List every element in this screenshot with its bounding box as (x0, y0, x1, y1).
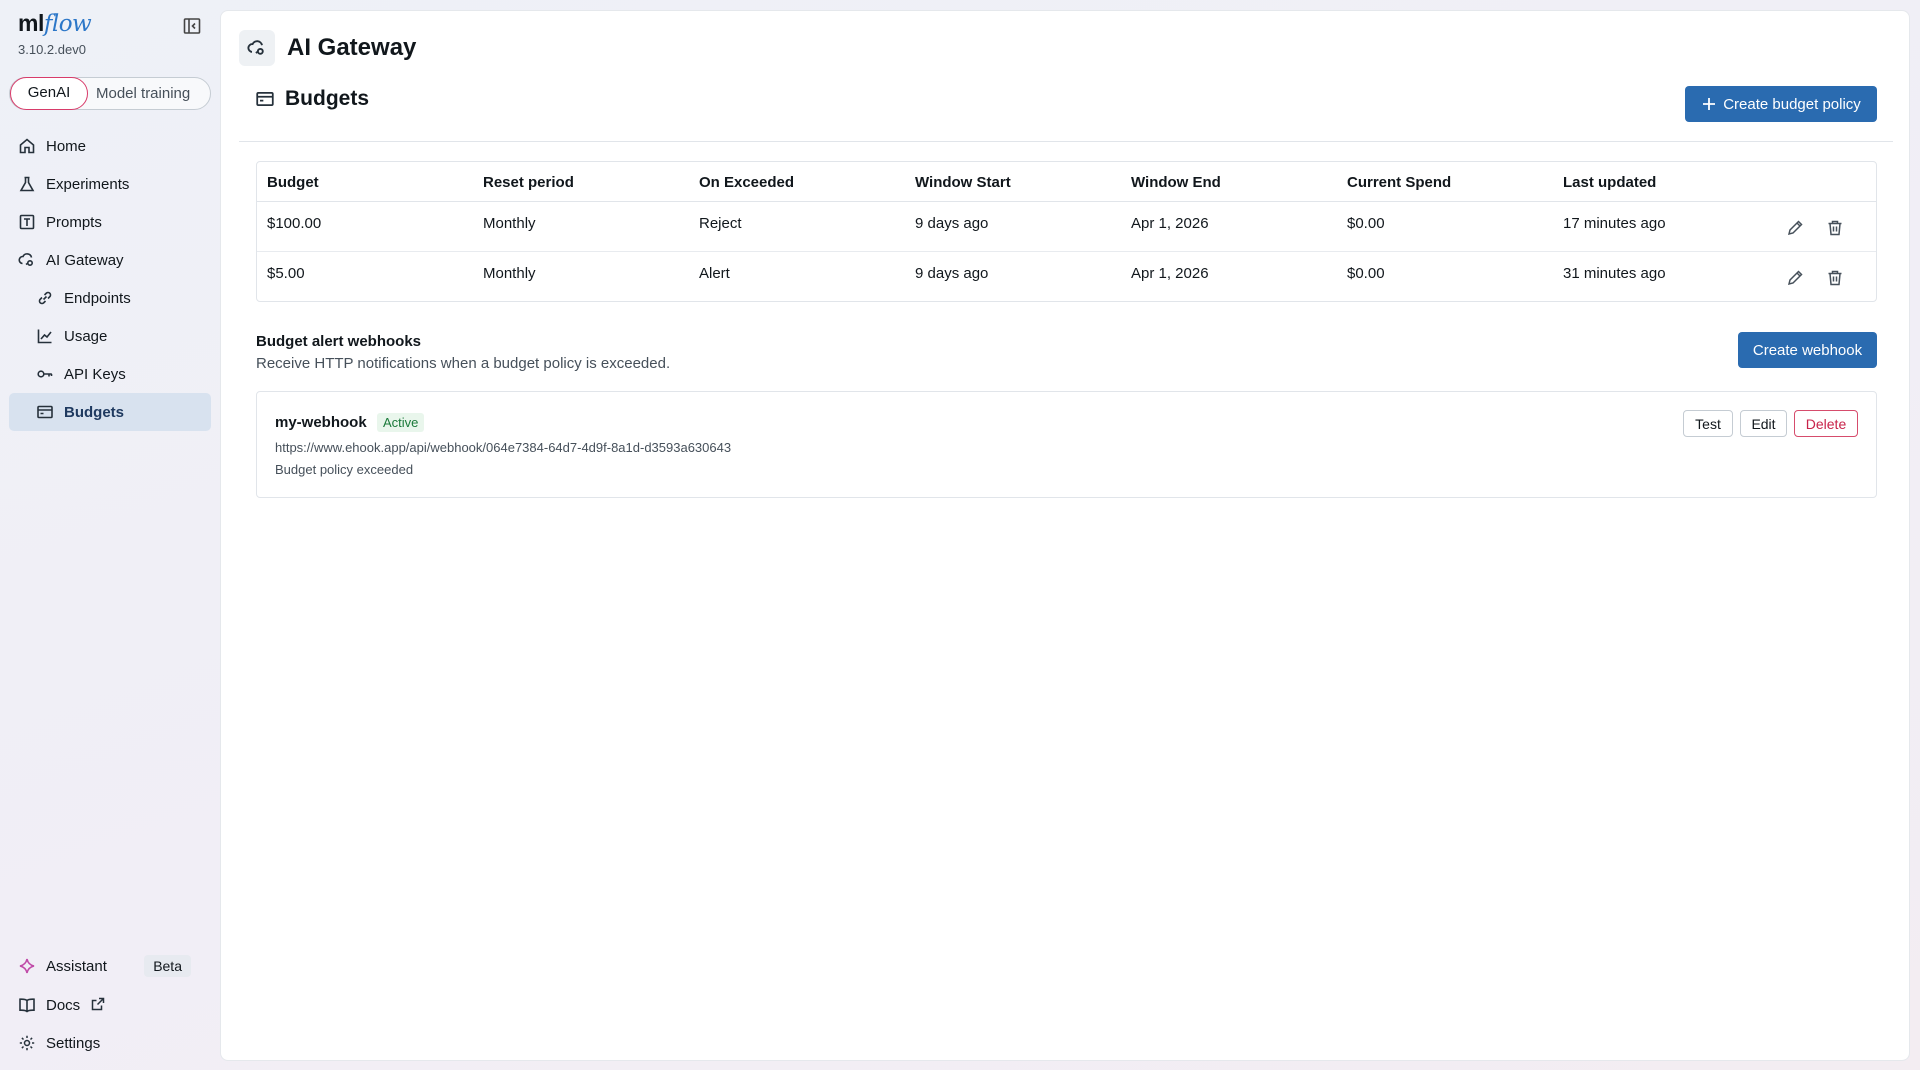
sidebar-item-experiments[interactable]: Experiments (9, 167, 211, 201)
webhook-url: https://www.ehook.app/api/webhook/064e73… (275, 440, 732, 455)
cell-last-updated: 31 minutes ago (1563, 265, 1666, 282)
column-header-last-updated[interactable]: Last updated (1563, 174, 1656, 191)
wallet-icon (255, 89, 275, 109)
column-header-current-spend[interactable]: Current Spend (1347, 174, 1451, 191)
pencil-icon[interactable] (1785, 268, 1805, 288)
budgets-table: Budget Reset period On Exceeded Window S… (256, 161, 1877, 302)
sidebar-item-ai-gateway[interactable]: AI Gateway (9, 243, 211, 277)
divider (239, 141, 1893, 142)
cell-current-spend: $0.00 (1347, 265, 1385, 282)
column-header-window-end[interactable]: Window End (1131, 174, 1221, 191)
table-row[interactable]: $5.00 Monthly Alert 9 days ago Apr 1, 20… (257, 252, 1876, 302)
sidebar-item-label: Usage (64, 327, 108, 345)
beaker-icon (18, 175, 36, 193)
webhooks-description: Receive HTTP notifications when a budget… (256, 355, 671, 372)
sidebar-item-label: AI Gateway (46, 251, 124, 269)
sidebar-item-label: Settings (46, 1034, 101, 1052)
sidebar-item-label: API Keys (64, 365, 126, 383)
link-icon (36, 289, 54, 307)
home-icon (18, 137, 36, 155)
sidebar-item-prompts[interactable]: Prompts (9, 205, 211, 239)
logo[interactable]: mlflow (18, 10, 208, 44)
sidebar-item-label: Prompts (46, 213, 102, 231)
cell-budget: $100.00 (267, 215, 322, 232)
webhook-card: my-webhook Active https://www.ehook.app/… (256, 391, 1877, 498)
mode-model-training-button[interactable]: Model training (96, 78, 190, 109)
cell-window-end: Apr 1, 2026 (1131, 215, 1209, 232)
cell-reset-period: Monthly (483, 265, 536, 282)
cell-current-spend: $0.00 (1347, 215, 1385, 232)
main-panel: AI Gateway Budgets Create budget policy … (220, 10, 1910, 1061)
gateway-icon (239, 30, 275, 66)
cell-last-updated: 17 minutes ago (1563, 215, 1666, 232)
webhook-name: my-webhook (275, 414, 367, 431)
sidebar-item-label: Home (46, 137, 87, 155)
cell-window-start: 9 days ago (915, 215, 989, 232)
logo-suffix: flow (43, 11, 92, 37)
create-budget-policy-button[interactable]: Create budget policy (1685, 86, 1877, 122)
sidebar-item-docs[interactable]: Docs (9, 988, 211, 1022)
sidebar-item-assistant[interactable]: Assistant Beta (9, 949, 211, 983)
book-icon (18, 996, 36, 1014)
sidebar-item-label: Endpoints (64, 289, 131, 307)
mode-switch: GenAI Model training (9, 77, 211, 110)
sparkle-icon (18, 957, 36, 975)
cell-window-start: 9 days ago (915, 265, 989, 282)
status-badge: Active (377, 413, 425, 432)
gear-icon (18, 1034, 36, 1052)
edit-webhook-button[interactable]: Edit (1740, 410, 1787, 437)
table-row[interactable]: $100.00 Monthly Reject 9 days ago Apr 1,… (257, 202, 1876, 252)
table-header: Budget Reset period On Exceeded Window S… (257, 162, 1876, 202)
version-label: 3.10.2.dev0 (18, 42, 86, 57)
column-header-reset-period[interactable]: Reset period (483, 174, 574, 191)
collapse-sidebar-icon[interactable] (182, 16, 204, 38)
cell-window-end: Apr 1, 2026 (1131, 265, 1209, 282)
sidebar-item-label: Assistant (46, 957, 107, 975)
sidebar-item-budgets[interactable]: Budgets (9, 393, 211, 431)
sidebar: mlflow 3.10.2.dev0 GenAI Model training … (0, 0, 220, 1070)
cell-on-exceeded: Alert (699, 265, 730, 282)
cell-on-exceeded: Reject (699, 215, 742, 232)
webhook-event: Budget policy exceeded (275, 462, 414, 477)
sidebar-item-label: Docs (46, 996, 81, 1014)
page-title: AI Gateway (287, 34, 417, 61)
column-header-on-exceeded[interactable]: On Exceeded (699, 174, 794, 191)
test-webhook-button[interactable]: Test (1683, 410, 1733, 437)
create-budget-policy-label: Create budget policy (1723, 95, 1861, 113)
cell-reset-period: Monthly (483, 215, 536, 232)
trash-icon[interactable] (1825, 268, 1845, 288)
budgets-title: Budgets (285, 87, 369, 110)
column-header-window-start[interactable]: Window Start (915, 174, 1011, 191)
create-webhook-button[interactable]: Create webhook (1738, 332, 1877, 368)
sidebar-item-usage[interactable]: Usage (9, 319, 211, 353)
external-link-icon (90, 996, 108, 1014)
logo-prefix: ml (18, 10, 44, 36)
trash-icon[interactable] (1825, 218, 1845, 238)
mode-genai-button[interactable]: GenAI (10, 77, 88, 110)
plus-icon (1701, 96, 1717, 112)
sidebar-item-label: Budgets (64, 403, 124, 421)
cell-budget: $5.00 (267, 265, 305, 282)
sidebar-item-settings[interactable]: Settings (9, 1026, 211, 1060)
pencil-icon[interactable] (1785, 218, 1805, 238)
sidebar-item-home[interactable]: Home (9, 129, 211, 163)
gateway-icon (18, 251, 36, 269)
sidebar-item-api-keys[interactable]: API Keys (9, 357, 211, 391)
wallet-icon (36, 403, 54, 421)
column-header-budget[interactable]: Budget (267, 174, 319, 191)
prompt-icon (18, 213, 36, 231)
sidebar-item-endpoints[interactable]: Endpoints (9, 281, 211, 315)
budgets-section-header: Budgets (255, 87, 369, 111)
chart-line-icon (36, 327, 54, 345)
webhooks-title: Budget alert webhooks (256, 333, 422, 350)
delete-webhook-button[interactable]: Delete (1794, 410, 1858, 437)
key-icon (36, 365, 54, 383)
sidebar-item-label: Experiments (46, 175, 130, 193)
beta-badge: Beta (144, 955, 191, 977)
page-header: AI Gateway (239, 29, 416, 67)
